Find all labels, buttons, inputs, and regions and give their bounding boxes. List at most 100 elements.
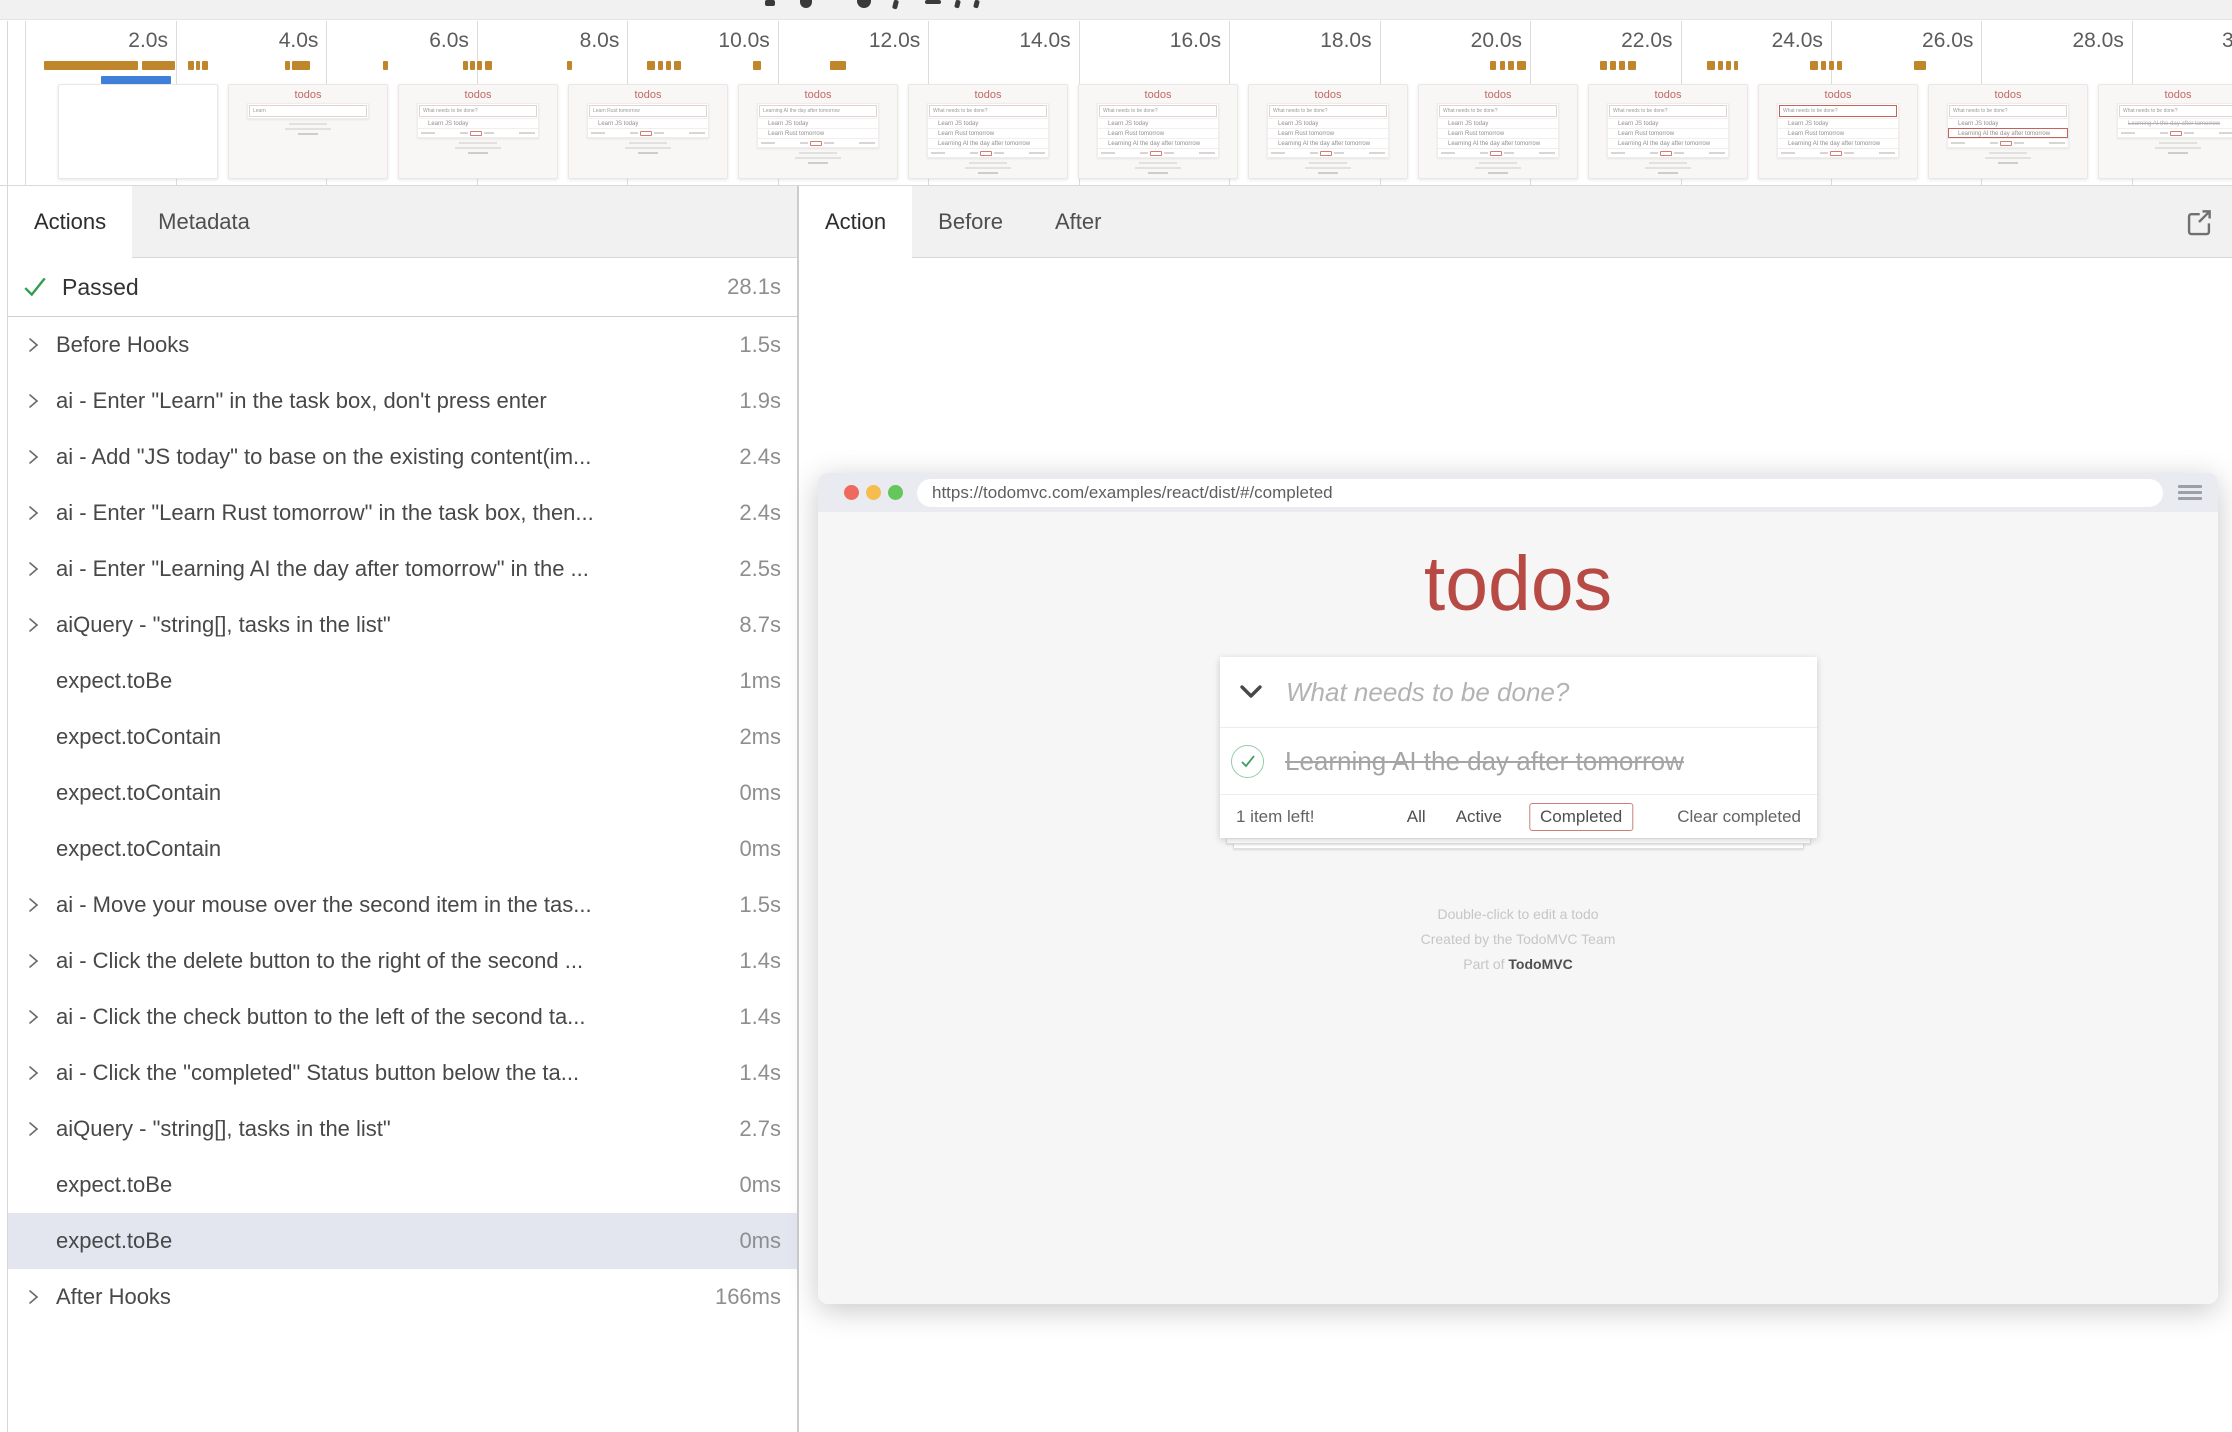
thumbnail-info-lines: [569, 142, 727, 154]
action-list: Before Hooks1.5sai - Enter "Learn" in th…: [8, 317, 797, 1325]
action-time-marker: [1500, 61, 1505, 70]
left-tabbar: ActionsMetadata: [8, 186, 797, 258]
action-row-label: expect.toContain: [56, 780, 727, 806]
chevron-right-icon[interactable]: [22, 1118, 56, 1140]
thumbnail-footer-bar: [1334, 152, 1344, 154]
chevron-right-icon[interactable]: [22, 502, 56, 524]
action-time-marker: [1914, 61, 1926, 70]
thumbnail-footer-bar: [460, 132, 468, 134]
action-row[interactable]: ai - Click the "completed" Status button…: [8, 1045, 797, 1101]
action-row[interactable]: ai - Move your mouse over the second ite…: [8, 877, 797, 933]
action-time-marker: [1821, 61, 1826, 70]
action-row-label: After Hooks: [56, 1284, 703, 1310]
action-row-duration: 1.5s: [739, 332, 781, 358]
timeline[interactable]: 2.0s4.0s6.0s8.0s10.0s12.0s14.0s16.0s18.0…: [0, 21, 2232, 186]
filmstrip-thumbnail[interactable]: [58, 84, 218, 179]
action-row[interactable]: ai - Enter "Learn Rust tomorrow" in the …: [8, 485, 797, 541]
action-row[interactable]: Before Hooks1.5s: [8, 317, 797, 373]
chevron-right-icon[interactable]: [22, 1006, 56, 1028]
timeline-time-label: 16.0s: [1170, 29, 1221, 53]
chevron-right-icon[interactable]: [22, 950, 56, 972]
todos-app-title: todos: [818, 540, 2218, 629]
thumbnail-footer-bar: [1674, 152, 1684, 154]
action-row-duration: 0ms: [739, 836, 781, 862]
snapshot-page: todos Learning AI t: [818, 512, 2218, 1304]
action-row-duration: 2.4s: [739, 444, 781, 470]
tab-after[interactable]: After: [1029, 186, 1127, 257]
filmstrip-thumbnail[interactable]: todosWhat needs to be done?Learn JS toda…: [1928, 84, 2088, 179]
thumbnail-todos-title: todos: [739, 89, 897, 101]
thumbnail-todo-footer: [588, 128, 708, 137]
action-row[interactable]: ai - Click the check button to the left …: [8, 989, 797, 1045]
tab-actions[interactable]: Actions: [8, 186, 132, 258]
filmstrip-thumbnail[interactable]: todosLearn Rust tomorrowLearn JS today: [568, 84, 728, 179]
action-row[interactable]: ai - Add "JS today" to base on the exist…: [8, 429, 797, 485]
todomvc-brand[interactable]: TodoMVC: [1508, 956, 1572, 972]
chevron-right-icon[interactable]: [22, 894, 56, 916]
action-row[interactable]: expect.toBe1ms: [8, 653, 797, 709]
tab-before[interactable]: Before: [912, 186, 1029, 257]
tab-metadata[interactable]: Metadata: [132, 186, 276, 257]
tab-action[interactable]: Action: [799, 186, 912, 258]
chevron-right-icon[interactable]: [22, 1286, 56, 1308]
action-row-duration: 1.4s: [739, 1060, 781, 1086]
filmstrip-thumbnail[interactable]: todosWhat needs to be done?Learn JS toda…: [1078, 84, 1238, 179]
action-time-marker: [666, 61, 671, 70]
clipped-title-fragment: [857, 0, 871, 8]
action-time-marker: [1517, 61, 1526, 70]
thumbnail-footer-bar: [2219, 132, 2232, 134]
filter-active[interactable]: Active: [1453, 802, 1505, 832]
action-row[interactable]: After Hooks166ms: [8, 1269, 797, 1325]
action-row[interactable]: expect.toContain0ms: [8, 821, 797, 877]
action-row-label: ai - Click the check button to the left …: [56, 1004, 727, 1030]
timeline-time-label: 4.0s: [279, 29, 319, 53]
filmstrip-thumbnail[interactable]: todosWhat needs to be done?Learn JS toda…: [398, 84, 558, 179]
thumbnail-footer-selected-filter: [640, 131, 652, 136]
thumbnail-footer-bar: [1844, 152, 1854, 154]
action-row[interactable]: ai - Click the delete button to the righ…: [8, 933, 797, 989]
filmstrip-thumbnail[interactable]: todosLearn: [228, 84, 388, 179]
chevron-right-icon[interactable]: [22, 558, 56, 580]
thumbnail-footer-bar: [1990, 142, 1998, 144]
action-row[interactable]: aiQuery - "string[], tasks in the list"8…: [8, 597, 797, 653]
app-info-footer: Double-click to edit a todoCreated by th…: [818, 906, 2218, 981]
filmstrip-thumbnail[interactable]: todosWhat needs to be done?Learn JS toda…: [908, 84, 1068, 179]
chevron-right-icon[interactable]: [22, 614, 56, 636]
chevron-right-icon[interactable]: [22, 1062, 56, 1084]
action-time-marker: [1619, 61, 1625, 70]
filmstrip-thumbnail[interactable]: todosWhat needs to be done?Learn JS toda…: [1758, 84, 1918, 179]
action-row[interactable]: expect.toBe0ms: [8, 1157, 797, 1213]
thumbnail-todo-item: Learn JS today: [1438, 118, 1558, 128]
action-row[interactable]: ai - Enter "Learn" in the task box, don'…: [8, 373, 797, 429]
chevron-right-icon[interactable]: [22, 334, 56, 356]
todo-checked-toggle[interactable]: [1231, 745, 1264, 778]
todo-item-label[interactable]: Learning AI the day after tomorrow: [1285, 746, 1684, 777]
action-row[interactable]: ai - Enter "Learning AI the day after to…: [8, 541, 797, 597]
filmstrip-thumbnail[interactable]: todos Learning AI the day after tomorrowL…: [738, 84, 898, 179]
filmstrip-thumbnail[interactable]: todosWhat needs to be done?Learn JS toda…: [1588, 84, 1748, 179]
action-row-duration: 8.7s: [739, 612, 781, 638]
action-row[interactable]: expect.toBe0ms: [8, 1213, 797, 1269]
thumbnail-todo-item: Learn JS today: [588, 118, 708, 128]
filter-all[interactable]: All: [1404, 802, 1429, 832]
thumbnail-footer-filters: [1650, 151, 1684, 156]
action-row[interactable]: expect.toContain2ms: [8, 709, 797, 765]
timeline-time-label: 6.0s: [429, 29, 469, 53]
filter-completed[interactable]: Completed: [1529, 803, 1633, 831]
chevron-right-icon[interactable]: [22, 446, 56, 468]
action-row[interactable]: aiQuery - "string[], tasks in the list"2…: [8, 1101, 797, 1157]
thumbnail-todo-card: Learning AI the day after tomorrowLearn …: [757, 103, 879, 148]
app-info-line: Double-click to edit a todo: [818, 906, 2218, 922]
action-row-duration: 0ms: [739, 1228, 781, 1254]
filmstrip-thumbnail[interactable]: todosWhat needs to be done?Learn JS toda…: [1418, 84, 1578, 179]
chevron-right-icon[interactable]: [22, 390, 56, 412]
thumbnail-todo-item: Learn JS today: [928, 118, 1048, 128]
thumbnail-todo-item: Learning AI the day after tomorrow: [1268, 138, 1388, 148]
filmstrip-thumbnail[interactable]: todosWhat needs to be done?Learning AI t…: [2098, 84, 2232, 179]
filmstrip-thumbnail[interactable]: todosWhat needs to be done?Learn JS toda…: [1248, 84, 1408, 179]
toggle-all-chevron-down-icon[interactable]: [1238, 684, 1264, 700]
new-todo-input[interactable]: [1286, 677, 1766, 708]
open-snapshot-external-button[interactable]: [2182, 205, 2216, 239]
clear-completed-button[interactable]: Clear completed: [1677, 807, 1801, 827]
action-row[interactable]: expect.toContain0ms: [8, 765, 797, 821]
